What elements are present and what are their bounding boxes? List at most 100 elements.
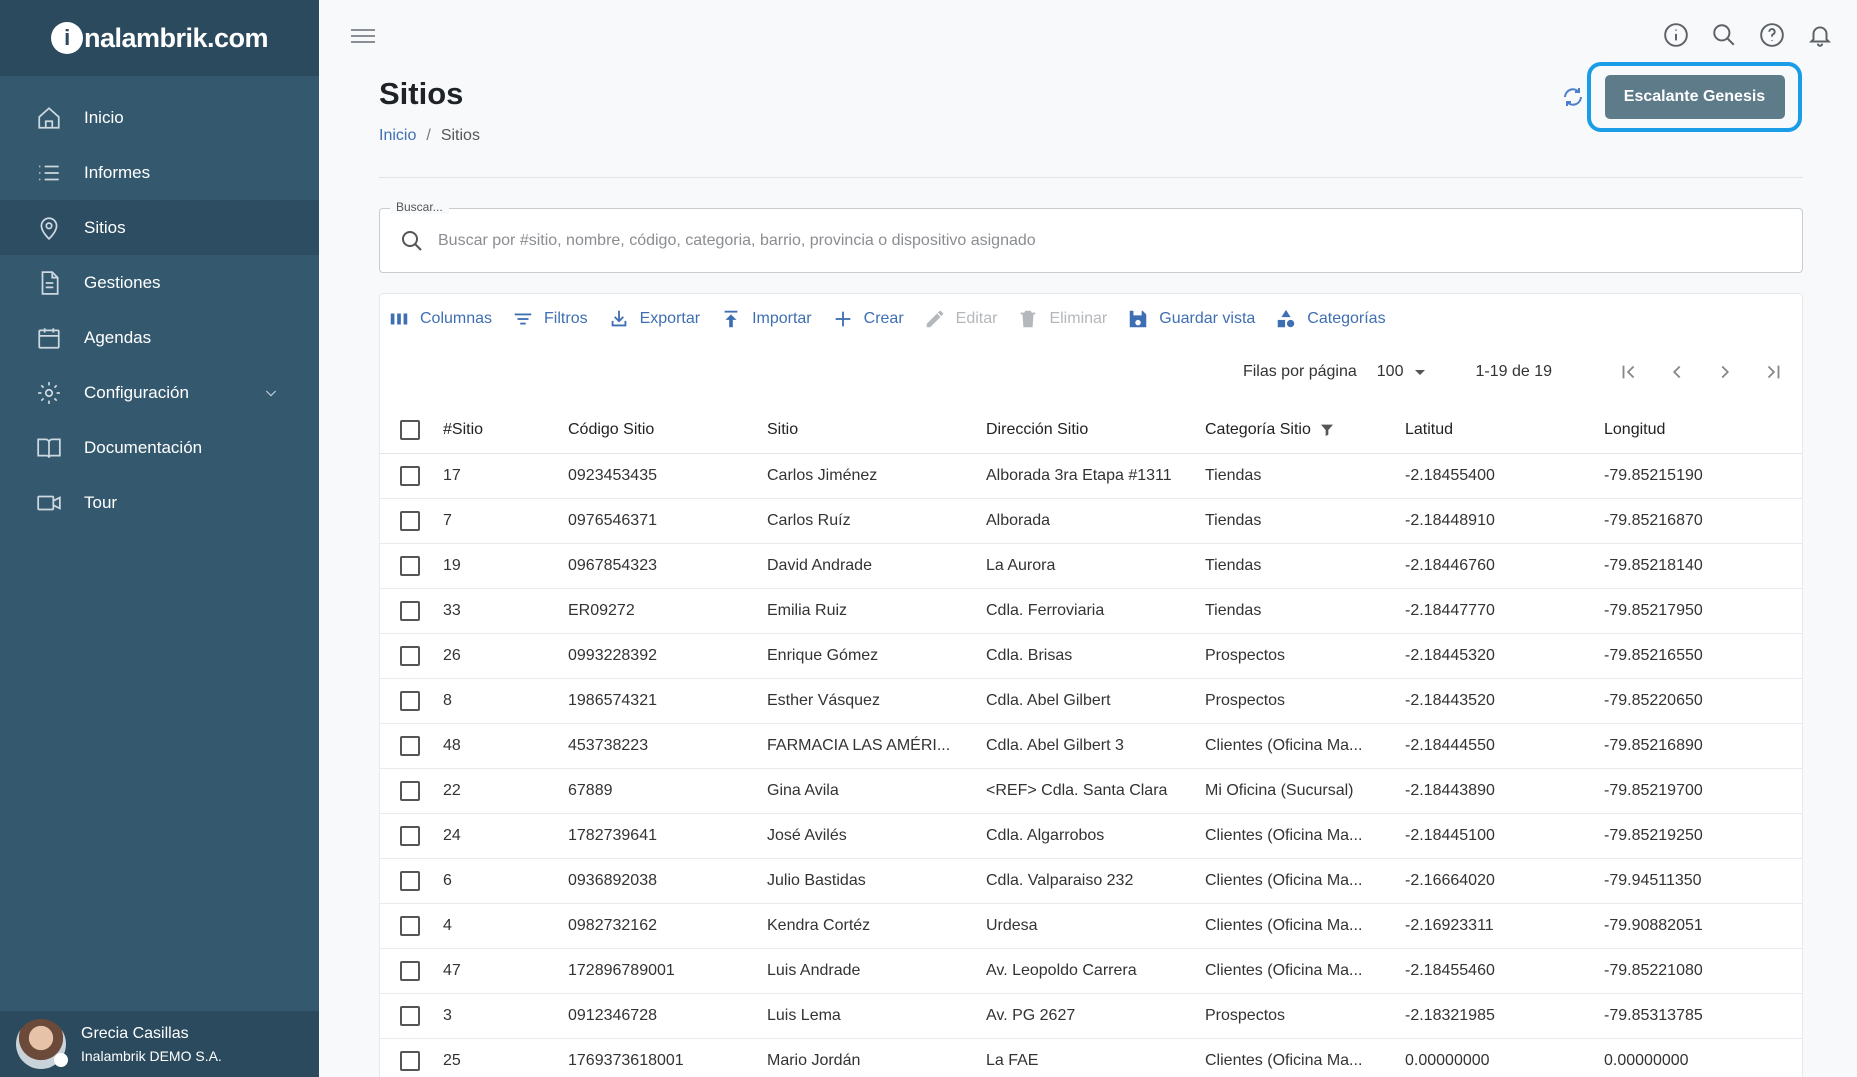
column-header-categoria[interactable]: Categoría Sitio [1205,408,1405,454]
cell-sitio: Carlos Ruíz [767,498,986,544]
sidebar-item-inicio[interactable]: Inicio [0,90,319,145]
table-row[interactable]: 22 67889 Gina Avila <REF> Cdla. Santa Clara… [380,768,1802,814]
cell-sitio-id: 47 [443,948,568,994]
table-row[interactable]: 48 453738223 FARMACIA LAS AMÉRI... Cdla. Ab… [380,723,1802,769]
column-header-sitio[interactable]: Sitio [767,408,986,454]
table-row[interactable]: 47 172896789001 Luis Andrade Av. Leopoldo C… [380,948,1802,994]
table-row[interactable]: 8 1986574321 Esther Vásquez Cdla. Abel Gilb… [380,678,1802,724]
table-row[interactable]: 26 0993228392 Enrique Gómez Cdla. Brisas Pro… [380,633,1802,679]
sidebar-item-informes[interactable]: Informes [0,145,319,200]
brand-logo[interactable]: i nalambrik.com [0,0,319,76]
table-row[interactable]: 6 0936892038 Julio Bastidas Cdla. Valparais… [380,858,1802,904]
search-box: Buscar... [379,200,1803,273]
table-row[interactable]: 25 1769373618001 Mario Jordán La FAE Cliente… [380,1038,1802,1077]
row-checkbox[interactable] [400,735,420,756]
next-page-icon[interactable] [1714,361,1736,383]
prev-page-icon[interactable] [1666,361,1688,383]
cell-sitio-id: 8 [443,678,568,724]
funnel-icon[interactable] [1319,422,1335,438]
info-icon[interactable] [1663,22,1689,48]
columns-label: Columnas [420,310,493,327]
column-header-direccion[interactable]: Dirección Sitio [986,408,1205,454]
row-checkbox[interactable] [400,465,420,486]
cell-sitio: Kendra Cortéz [767,903,986,949]
column-header-codigo[interactable]: Código Sitio [568,408,767,454]
sidebar-item-documentacion[interactable]: Documentación [0,420,319,475]
table-row[interactable]: 7 0976546371 Carlos Ruíz Alborada Tiendas -2.… [380,498,1802,544]
row-checkbox[interactable] [400,870,420,891]
column-header-longitud[interactable]: Longitud [1604,408,1802,454]
create-button[interactable]: Crear [832,308,904,330]
filters-label: Filtros [544,310,588,327]
save-icon [1130,310,1147,328]
row-checkbox[interactable] [400,960,420,981]
last-page-icon[interactable] [1762,361,1784,383]
row-checkbox[interactable] [400,510,420,531]
row-select-cell [380,993,443,1039]
table-row[interactable]: 17 0923453435 Carlos Jiménez Alborada 3ra E… [380,453,1802,499]
row-checkbox[interactable] [400,780,420,801]
trash-icon [1021,310,1036,328]
cell-latitud: -2.18448910 [1405,498,1604,544]
row-select-cell [380,858,443,904]
breadcrumb-home-link[interactable]: Inicio [379,127,416,144]
page-count: 1-19 de 19 [1475,363,1552,380]
row-checkbox[interactable] [400,1005,420,1026]
hamburger-menu-icon[interactable] [351,25,375,49]
help-icon[interactable] [1759,22,1785,48]
export-button[interactable]: Exportar [608,308,700,330]
tenant-button[interactable]: Escalante Genesis [1604,75,1785,119]
sidebar-item-label: Tour [84,492,118,512]
rows-per-page-value: 100 [1376,363,1404,380]
row-checkbox[interactable] [400,690,420,711]
filters-button[interactable]: Filtros [512,308,588,330]
avatar [16,1019,68,1069]
cell-direccion: <REF> Cdla. Santa Clara [986,768,1205,814]
row-select-cell [380,813,443,859]
column-header-latitud[interactable]: Latitud [1405,408,1604,454]
row-checkbox[interactable] [400,915,420,936]
table-row[interactable]: 4 0982732162 Kendra Cortéz Urdesa Clientes (… [380,903,1802,949]
delete-button[interactable]: Eliminar [1017,308,1107,330]
cell-latitud: -2.18446760 [1405,543,1604,589]
row-checkbox[interactable] [400,1050,420,1071]
save-view-button[interactable]: Guardar vista [1127,308,1255,330]
column-header-categoria-label: Categoría Sitio [1205,421,1311,439]
cell-direccion: Cdla. Algarrobos [986,813,1205,859]
user-profile[interactable]: Grecia Casillas Inalambrik DEMO S.A. [0,1011,319,1077]
columns-button[interactable]: Columnas [388,308,492,330]
search-icon[interactable] [1711,22,1737,48]
cell-codigo: 1986574321 [568,678,767,724]
first-page-icon[interactable] [1618,361,1640,383]
sidebar-item-gestiones[interactable]: Gestiones [0,255,319,310]
row-checkbox[interactable] [400,645,420,666]
row-checkbox[interactable] [400,825,420,846]
edit-button[interactable]: Editar [924,308,997,330]
refresh-icon[interactable] [1561,85,1585,109]
chevron-down-icon[interactable] [263,385,279,401]
import-button[interactable]: Importar [720,308,812,330]
search-input[interactable] [438,231,1802,250]
row-select-cell [380,723,443,769]
cell-categoria: Clientes (Oficina Ma... [1205,813,1405,859]
table-row[interactable]: 24 1782739641 José Avilés Cdla. Algarrobos C… [380,813,1802,859]
table-row[interactable]: 3 0912346728 Luis Lema Av. PG 2627 Prospecto… [380,993,1802,1039]
sidebar-item-agendas[interactable]: Agendas [0,310,319,365]
row-checkbox[interactable] [400,600,420,621]
sidebar-item-configuracion[interactable]: Configuración [0,365,319,420]
cell-categoria: Tiendas [1205,543,1405,589]
bell-icon[interactable] [1807,22,1833,48]
cell-categoria: Clientes (Oficina Ma... [1205,903,1405,949]
rows-per-page-select[interactable]: 100 [1377,363,1426,381]
table-row[interactable]: 19 0967854323 David Andrade La Aurora Tienda… [380,543,1802,589]
table-row[interactable]: 33 ER09272 Emilia Ruiz Cdla. Ferroviaria Tie… [380,588,1802,634]
select-all-checkbox[interactable] [400,420,420,441]
row-select-cell [380,948,443,994]
row-checkbox[interactable] [400,555,420,576]
home-icon [38,106,60,129]
sidebar-item-tour[interactable]: Tour [0,475,319,530]
row-select-cell [380,453,443,499]
sidebar-item-sitios[interactable]: Sitios [0,200,319,255]
categories-button[interactable]: Categorías [1275,308,1386,330]
column-header-sitio-id[interactable]: #Sitio [443,408,568,454]
